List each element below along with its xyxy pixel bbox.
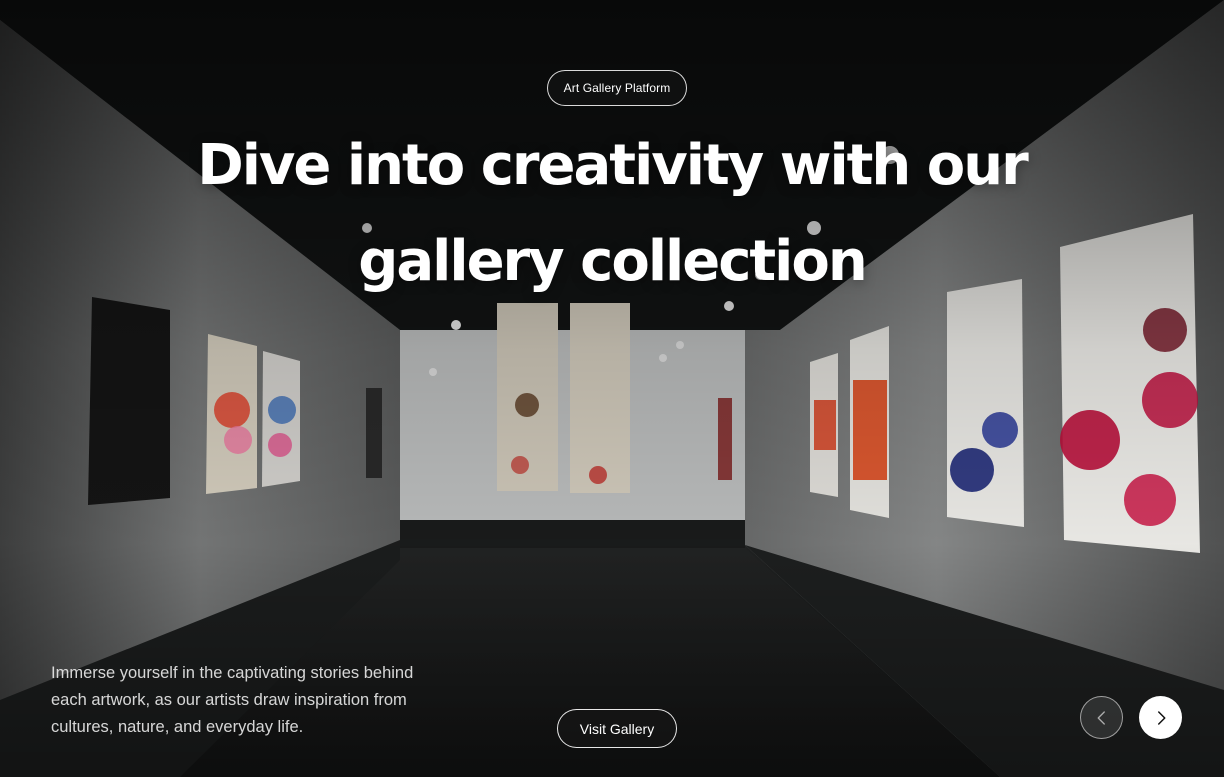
- hero-description: Immerse yourself in the captivating stor…: [51, 664, 414, 736]
- category-badge: Art Gallery Platform: [547, 70, 687, 106]
- chevron-right-icon: [1157, 710, 1165, 725]
- hero-headline-line-1: Dive into creativity with our: [197, 133, 1028, 198]
- carousel-next-button[interactable]: [1139, 696, 1182, 739]
- carousel-prev-button[interactable]: [1080, 696, 1123, 739]
- chevron-left-icon: [1097, 710, 1105, 725]
- hero-headline: Dive into creativity with our gallery co…: [112, 118, 1112, 310]
- hero-section: Art Gallery Platform Dive into creativit…: [0, 0, 1224, 777]
- category-badge-label: Art Gallery Platform: [563, 81, 671, 95]
- visit-gallery-label: Visit Gallery: [579, 720, 655, 737]
- visit-gallery-button[interactable]: Visit Gallery: [557, 709, 677, 748]
- hero-headline-line-2: gallery collection: [358, 229, 867, 294]
